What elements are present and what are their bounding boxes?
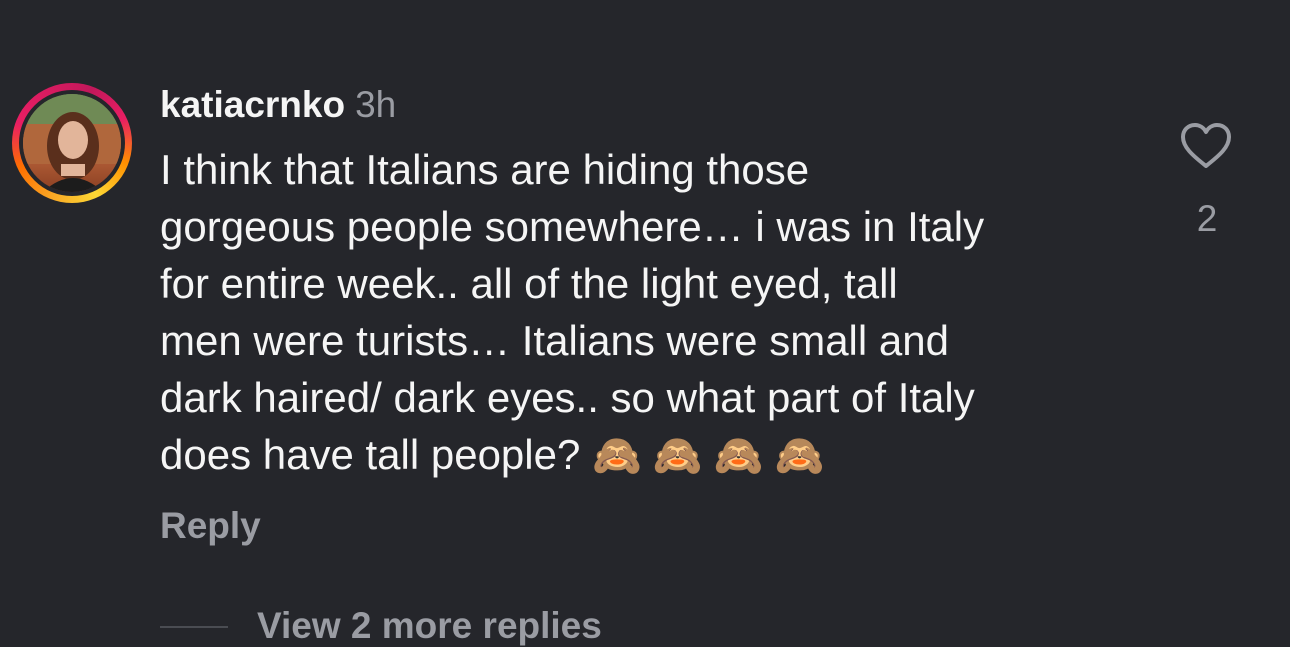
like-count: 2 bbox=[1196, 198, 1218, 239]
see-no-evil-monkey-emojis: 🙈 🙈 🙈 🙈 bbox=[592, 434, 825, 478]
view-more-replies-button[interactable]: View 2 more replies bbox=[257, 605, 602, 647]
avatar[interactable] bbox=[12, 83, 132, 203]
heart-outline-icon[interactable] bbox=[1180, 122, 1232, 170]
replies-divider-line bbox=[160, 626, 228, 628]
username-link[interactable]: katiacrnko bbox=[160, 84, 345, 125]
comment-header: katiacrnko 3h bbox=[160, 84, 396, 126]
comment-timestamp: 3h bbox=[355, 84, 397, 125]
comment-body: I think that Italians are hiding those g… bbox=[160, 141, 1140, 485]
previous-content-fragment bbox=[260, 0, 269, 17]
avatar-photo bbox=[23, 94, 121, 192]
comment-text: I think that Italians are hiding those g… bbox=[160, 146, 985, 478]
reply-button[interactable]: Reply bbox=[160, 505, 261, 547]
